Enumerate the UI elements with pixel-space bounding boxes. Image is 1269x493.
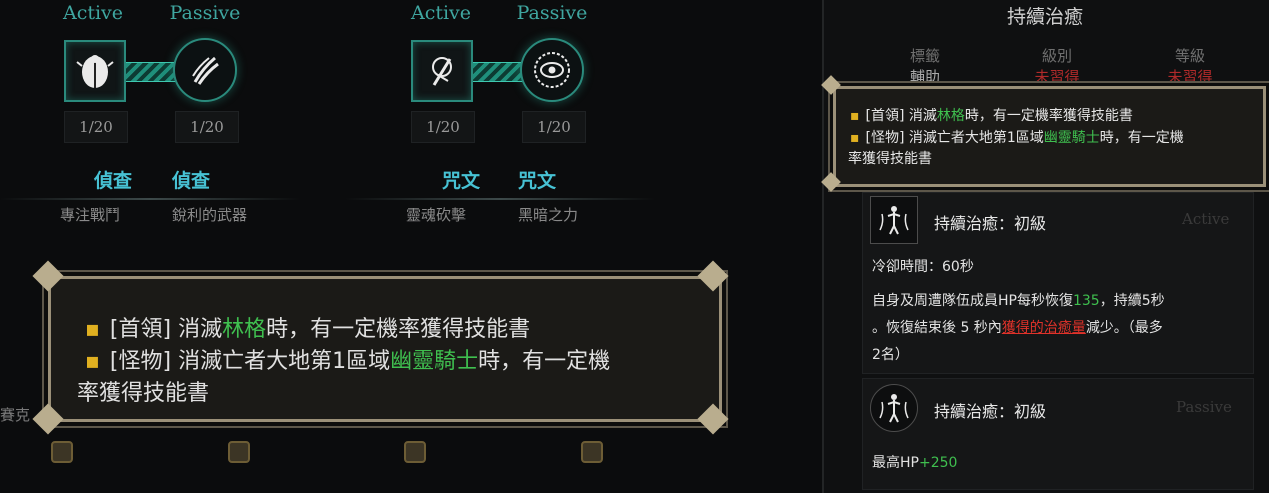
heal-figure-icon xyxy=(879,394,909,423)
column-header: 級別 xyxy=(1041,47,1072,65)
lock-icon xyxy=(228,441,250,463)
bullet-icon: ▪ xyxy=(85,349,100,374)
desc-text: ，持續5秒 xyxy=(1099,293,1165,309)
debuff-text: 獲得的治癒量 xyxy=(1001,320,1086,336)
tooltip-text: [首領] 消滅 xyxy=(109,317,223,342)
passive-level: 1/20 xyxy=(522,111,586,143)
skill-link xyxy=(473,62,523,82)
skill-slot-active[interactable] xyxy=(64,40,126,102)
panel-title: 持續治癒 xyxy=(1006,6,1083,28)
drop-text: 時，有一定機率獲得技能書 xyxy=(964,108,1133,124)
skill-slot-passive[interactable] xyxy=(173,38,237,102)
passive-category: 咒文 xyxy=(518,170,557,192)
passive-label: Passive xyxy=(169,2,241,24)
drop-text: [怪物] 消滅亡者大地第1區域 xyxy=(865,130,1044,146)
tooltip-text: [怪物] 消滅亡者大地第1區域 xyxy=(109,349,391,374)
skill-slot-active[interactable] xyxy=(411,40,473,102)
column-value: 輔助 xyxy=(909,68,940,86)
spirit-rune-icon xyxy=(432,57,452,86)
column-header: 等級 xyxy=(1174,47,1205,65)
monster-name: 幽靈騎士 xyxy=(1043,130,1100,146)
beetle-icon xyxy=(76,55,114,88)
boss-name: 林格 xyxy=(936,108,965,124)
active-level: 1/20 xyxy=(64,111,128,143)
skill-type-label: Passive xyxy=(1176,398,1232,416)
drop-line: ▪ [怪物] 消滅亡者大地第1區域幽靈騎士時，有一定機 xyxy=(850,127,1184,147)
desc-text: 自身及周遭隊伍成員HP每秒恢復 xyxy=(872,293,1073,309)
stat-value: +250 xyxy=(918,455,958,471)
monster-name: 幽靈騎士 xyxy=(390,349,479,374)
heal-figure-icon xyxy=(879,206,909,235)
active-label: Active xyxy=(62,2,124,24)
drop-line: ▪ [首領] 消滅林格時，有一定機率獲得技能書 xyxy=(850,105,1133,125)
cooldown-text: 冷卻時間：60秒 xyxy=(872,259,974,275)
column-value: 未習得 xyxy=(1167,68,1213,86)
tooltip-line: ▪ [首領] 消滅林格時，有一定機率獲得技能書 xyxy=(85,311,530,343)
bullet-icon: ▪ xyxy=(85,317,100,342)
active-level: 1/20 xyxy=(411,111,475,143)
skill-link xyxy=(126,62,176,82)
lock-icon xyxy=(51,441,73,463)
desc-line: 。恢復結束後 5 秒內獲得的治癒量減少。（最多 xyxy=(872,315,1242,342)
desc-line: 自身及周遭隊伍成員HP每秒恢復135，持續5秒 xyxy=(872,288,1242,315)
active-category: 咒文 xyxy=(442,170,481,192)
drop-info-box: ▪ [首領] 消滅林格時，有一定機率獲得技能書 ▪ [怪物] 消滅亡者大地第1區域幽… xyxy=(833,86,1266,187)
heal-value: 135 xyxy=(1072,293,1100,309)
passive-category: 偵查 xyxy=(172,170,211,192)
bullet-icon: ▪ xyxy=(850,130,860,146)
column-header: 標籤 xyxy=(909,47,940,65)
skill-type-label: Active xyxy=(1182,210,1230,228)
drop-tooltip: ▪ [首領] 消滅林格時，有一定機率獲得技能書 ▪ [怪物] 消滅亡者大地第1區域幽… xyxy=(48,276,722,422)
desc-text: 減少。（最多 xyxy=(1085,320,1163,336)
passive-skill-name: 黑暗之力 xyxy=(518,206,579,224)
drop-line: 率獲得技能書 xyxy=(848,151,932,167)
stat-label: 最高HP xyxy=(872,455,919,471)
stat-bonus: 最高HP+250 xyxy=(872,450,957,477)
lock-icon xyxy=(404,441,426,463)
skill-icon xyxy=(870,196,918,244)
divider xyxy=(345,198,655,200)
claw-slash-icon xyxy=(192,56,219,85)
column-value: 未習得 xyxy=(1034,68,1080,86)
skill-description: 自身及周遭隊伍成員HP每秒恢復135，持續5秒 。恢復結束後 5 秒內獲得的治癒… xyxy=(872,288,1242,369)
skill-name: 持續治癒：初級 xyxy=(934,402,1047,421)
skill-slot-passive[interactable] xyxy=(520,38,584,102)
skill-icon xyxy=(870,384,918,432)
passive-level: 1/20 xyxy=(175,111,239,143)
passive-label: Passive xyxy=(516,2,588,24)
tooltip-line: 率獲得技能書 xyxy=(77,381,210,406)
dark-eye-icon xyxy=(534,52,570,88)
active-skill-name: 專注戰鬥 xyxy=(60,206,121,224)
lock-icon xyxy=(581,441,603,463)
tooltip-line: ▪ [怪物] 消滅亡者大地第1區域幽靈騎士時，有一定機 xyxy=(85,343,610,375)
tooltip-text: 時，有一定機率獲得技能書 xyxy=(266,317,531,342)
active-category: 偵查 xyxy=(94,170,133,192)
active-label: Active xyxy=(410,2,472,24)
side-label: 賽克 xyxy=(0,406,31,424)
divider xyxy=(0,198,300,200)
skill-name: 持續治癒：初級 xyxy=(934,214,1047,233)
active-skill-name: 靈魂砍擊 xyxy=(406,206,467,224)
passive-skill-name: 銳利的武器 xyxy=(172,206,248,224)
bullet-icon: ▪ xyxy=(850,108,860,124)
tooltip-text: 時，有一定機 xyxy=(478,349,611,374)
drop-text: 時，有一定機 xyxy=(1099,130,1184,146)
desc-line: 2名） xyxy=(872,347,909,363)
drop-text: [首領] 消滅 xyxy=(865,108,937,124)
desc-text: 。恢復結束後 5 秒內 xyxy=(872,320,1002,336)
boss-name: 林格 xyxy=(222,317,267,342)
